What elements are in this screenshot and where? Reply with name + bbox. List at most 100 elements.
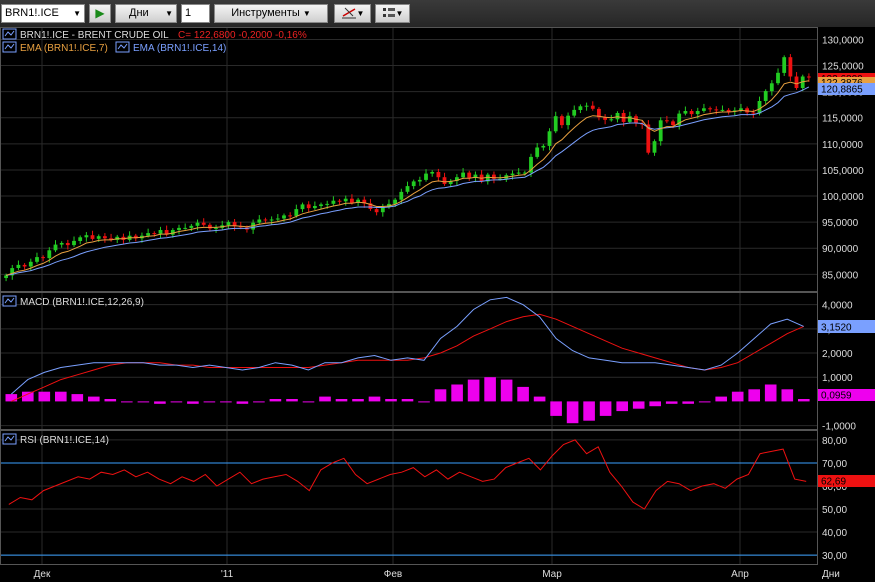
candle-body [65, 243, 70, 246]
candle-body [263, 219, 268, 221]
tools-menu-button[interactable]: Инструменты ▼ [214, 4, 328, 23]
rsi-label: RSI (BRN1!.ICE,14) [20, 435, 109, 446]
macd-histogram-bar [583, 401, 595, 421]
quote-text: C= 122,6800 -0,2000 -0,16% [178, 30, 307, 41]
candle-body [195, 222, 200, 226]
chevron-down-icon: ▼ [356, 9, 365, 18]
macd-histogram-bar [121, 401, 133, 403]
drawing-tools-button[interactable]: ▼ [334, 4, 371, 23]
x-axis-unit: Дни [822, 569, 840, 580]
candle-body [214, 227, 218, 229]
macd-histogram-bar [286, 399, 298, 402]
x-tick-label: '11 [221, 569, 234, 580]
macd-tick-label: 4,0000 [822, 301, 853, 312]
macd-histogram-bar [748, 389, 760, 402]
macd-tick-label: 1,0000 [822, 373, 853, 384]
ema14-label: EMA (BRN1!.ICE,14) [133, 43, 226, 54]
play-arrow-icon: ▶ [95, 6, 105, 20]
symbol-select[interactable]: BRN1!.ICE ▼ [1, 4, 85, 23]
candle-body [294, 209, 299, 216]
candle-body [665, 120, 669, 122]
price-tick-label: 115,0000 [822, 114, 863, 125]
period-value: Дни [129, 7, 149, 19]
macd-histogram-bar [467, 379, 480, 402]
candle-body [90, 235, 95, 239]
period-select[interactable]: Дни ▼ [115, 4, 177, 23]
candle-body [553, 116, 558, 132]
candle-body [152, 233, 157, 235]
macd-histogram-bar [682, 401, 694, 404]
macd-histogram-bar [253, 401, 265, 403]
candle-body [763, 91, 768, 101]
candle-body [59, 243, 64, 245]
x-tick-label: Фев [384, 569, 402, 580]
candle-body [776, 72, 780, 84]
candle-body [96, 236, 101, 239]
chart-area[interactable]: 130,0000125,0000120,0000115,0000110,0000… [0, 27, 875, 582]
candle-body [436, 172, 441, 178]
candle-body [411, 181, 416, 187]
candle-body [201, 222, 206, 225]
go-button[interactable]: ▶ [89, 4, 111, 23]
candle-body [757, 101, 762, 114]
macd-histogram-bar [715, 396, 727, 402]
macd-histogram-bar [484, 377, 496, 402]
candle-body [652, 141, 657, 153]
candle-body [417, 179, 422, 182]
candle-body [424, 173, 428, 180]
macd-histogram-bar [566, 401, 579, 424]
candle-body [288, 215, 292, 217]
candle-body [689, 111, 694, 115]
candle-body [16, 264, 21, 268]
macd-histogram-bar [269, 399, 282, 402]
macd-histogram-bar [38, 391, 51, 402]
macd-histogram-bar [781, 389, 794, 402]
macd-histogram-bar [137, 401, 150, 403]
candle-body [103, 236, 107, 239]
x-tick-label: Дек [34, 569, 51, 580]
period-count-input[interactable]: 1 [181, 4, 210, 23]
candle-body [708, 108, 712, 110]
candle-body [461, 172, 465, 178]
candle-body [208, 224, 212, 229]
candle-body [769, 83, 774, 92]
candle-body [584, 105, 589, 107]
candle-body [374, 209, 379, 213]
candle-body [282, 215, 286, 219]
candle-body [47, 250, 52, 259]
rsi-tick-label: 40,00 [822, 528, 847, 539]
x-tick-label: Апр [731, 569, 749, 580]
macd-histogram-bar [22, 391, 34, 402]
x-tick-label: Мар [542, 569, 562, 580]
chevron-down-icon: ▼ [165, 9, 173, 18]
candle-body [350, 198, 354, 203]
macd-histogram-bar [418, 401, 430, 403]
symbol-title: BRN1!.ICE - BRENT CRUDE OIL [20, 30, 169, 41]
macd-histogram-bar [319, 396, 331, 402]
candle-body [306, 204, 311, 209]
candle-body [430, 172, 435, 174]
rsi-tick-label: 70,00 [822, 459, 847, 470]
candle-body [405, 186, 410, 192]
price-tick-label: 90,0000 [822, 244, 859, 255]
candle-body [566, 115, 570, 126]
candle-body [313, 206, 317, 209]
macd-histogram-bar [55, 391, 67, 402]
chevron-down-icon: ▼ [395, 9, 404, 18]
macd-histogram-bar [385, 399, 397, 402]
macd-histogram-bar [665, 401, 678, 404]
macd-histogram-bar [649, 401, 661, 407]
rsi-tag-text: 62,69 [821, 477, 846, 488]
tools-label: Инструменты [231, 7, 300, 19]
candle-body [609, 119, 614, 121]
candle-body [695, 111, 700, 115]
macd-histogram-bar [731, 391, 744, 402]
chevron-down-icon: ▼ [73, 9, 81, 18]
price-tick-label: 100,0000 [822, 192, 864, 203]
macd-histogram-bar [401, 399, 414, 402]
candle-body [269, 219, 274, 221]
candle-body [158, 230, 163, 234]
macd-histogram-bar [170, 401, 183, 403]
symbol-value: BRN1!.ICE [5, 7, 59, 19]
chart-layout-button[interactable]: ▼ [375, 4, 410, 23]
